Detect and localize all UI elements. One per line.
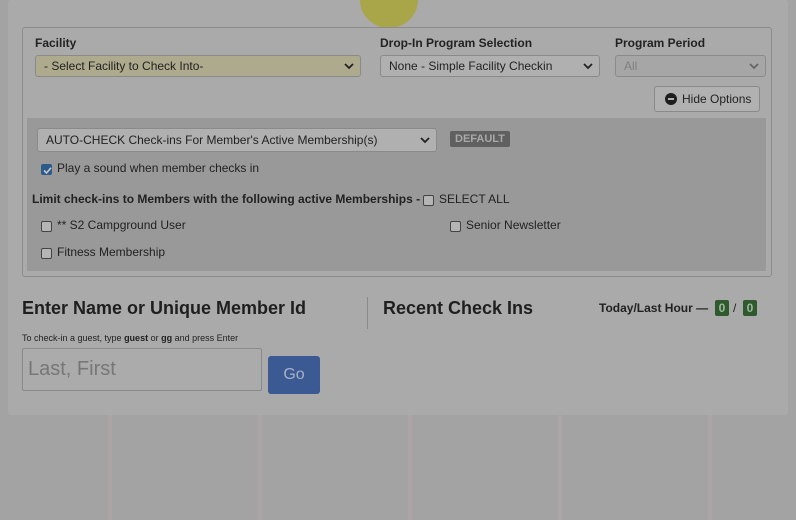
membership-label-senior-newsletter: Senior Newsletter xyxy=(466,218,561,232)
chevron-down-icon xyxy=(749,63,759,70)
play-sound-label: Play a sound when member checks in xyxy=(57,161,260,175)
play-sound-checkbox[interactable] xyxy=(41,164,52,175)
member-search-input[interactable] xyxy=(22,348,262,391)
program-period-select[interactable]: All xyxy=(615,55,766,77)
membership-label-fitness: Fitness Membership xyxy=(57,245,166,259)
hide-options-button[interactable]: Hide Options xyxy=(654,86,760,112)
guest-hint-word-gg: gg xyxy=(161,333,173,343)
membership-checkbox-senior-newsletter[interactable] xyxy=(450,221,461,232)
select-all-checkbox[interactable] xyxy=(423,195,434,206)
limit-memberships-label: Limit check-ins to Members with the foll… xyxy=(32,192,421,206)
chevron-down-icon xyxy=(420,137,430,144)
checkin-title: Enter Name or Unique Member Id xyxy=(22,298,307,318)
chevron-down-icon xyxy=(344,63,354,70)
autocheck-select-value: AUTO-CHECK Check-ins For Member's Active… xyxy=(46,133,378,147)
go-button[interactable]: Go xyxy=(268,356,320,394)
checkmark-icon xyxy=(43,167,52,175)
today-count-badge: 0 xyxy=(715,300,729,316)
guest-hint: To check-in a guest, type guest or gg an… xyxy=(22,333,238,343)
default-badge: DEFAULT xyxy=(450,131,510,147)
dropin-select-value: None - Simple Facility Checkin xyxy=(389,59,553,73)
period-label: Program Period xyxy=(615,36,706,50)
minus-circle-icon xyxy=(665,93,677,105)
chevron-down-icon xyxy=(583,63,593,70)
today-last-hour-label: Today/Last Hour — xyxy=(599,301,709,315)
guest-hint-prefix: To check-in a guest, type xyxy=(22,333,125,343)
membership-label-s2-campground: ** S2 Campground User xyxy=(57,218,186,232)
dropin-label: Drop-In Program Selection xyxy=(380,36,533,50)
section-divider xyxy=(367,297,368,329)
dropin-program-select[interactable]: None - Simple Facility Checkin xyxy=(380,55,600,77)
guest-hint-word-guest: guest xyxy=(124,333,149,343)
facility-select-value: - Select Facility to Check Into- xyxy=(44,59,204,73)
guest-hint-or: or xyxy=(148,333,162,343)
recent-checkins-title: Recent Check Ins xyxy=(383,298,534,318)
count-separator: / xyxy=(733,301,737,315)
last-hour-count-badge: 0 xyxy=(743,300,757,316)
autocheck-select[interactable]: AUTO-CHECK Check-ins For Member's Active… xyxy=(37,128,437,152)
facility-label: Facility xyxy=(35,36,77,50)
facility-select[interactable]: - Select Facility to Check Into- xyxy=(35,55,361,77)
period-select-value: All xyxy=(624,59,638,73)
membership-checkbox-s2-campground[interactable] xyxy=(41,221,52,232)
hide-options-label: Hide Options xyxy=(682,92,752,106)
guest-hint-suffix: and press Enter xyxy=(172,333,239,343)
membership-checkbox-fitness[interactable] xyxy=(41,248,52,259)
select-all-label: SELECT ALL xyxy=(439,192,510,206)
